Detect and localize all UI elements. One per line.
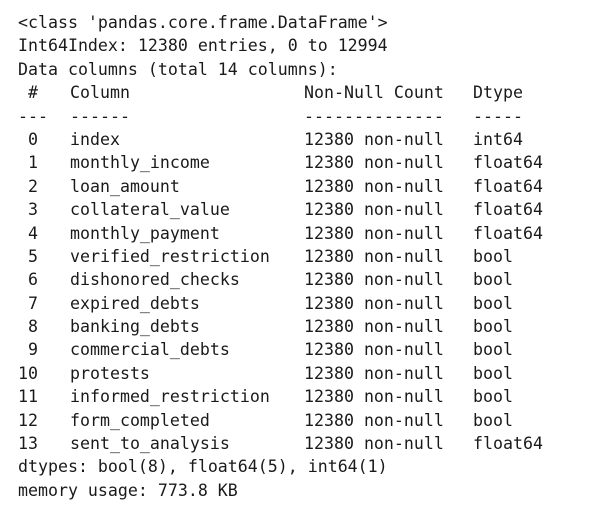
row-num: 9: [28, 340, 38, 360]
row-dtype: bool: [473, 293, 513, 313]
row-non-null-count: 12380 non-null: [304, 176, 444, 196]
separator-non-null: --------------: [304, 106, 444, 126]
row-dtype: bool: [473, 387, 513, 407]
row-num: 13: [18, 434, 38, 454]
row-non-null-count: 12380 non-null: [304, 223, 444, 243]
separator-dtype: -----: [473, 106, 523, 126]
row-column-name: form_completed: [70, 410, 210, 430]
row-non-null-count: 12380 non-null: [304, 200, 444, 220]
row-dtype: int64: [473, 129, 523, 149]
row-num: 3: [28, 200, 38, 220]
row-num: 4: [28, 223, 38, 243]
row-dtype: float64: [473, 153, 543, 173]
row-num: 2: [28, 176, 38, 196]
row-column-name: collateral_value: [70, 200, 230, 220]
table-row: 8 banking_debts 12380 non-null bool: [18, 315, 578, 338]
row-dtype: bool: [473, 363, 513, 383]
dataframe-info-output: <class 'pandas.core.frame.DataFrame'> In…: [18, 11, 578, 502]
table-row: 5 verified_restriction 12380 non-null bool: [18, 245, 578, 268]
row-non-null-count: 12380 non-null: [304, 246, 444, 266]
row-num: 6: [28, 270, 38, 290]
row-num: 10: [18, 363, 38, 383]
header-num: #: [28, 83, 38, 103]
row-non-null-count: 12380 non-null: [304, 410, 444, 430]
row-dtype: bool: [473, 270, 513, 290]
row-num: 0: [28, 129, 38, 149]
row-column-name: verified_restriction: [70, 246, 270, 266]
separator-num: ---: [18, 106, 48, 126]
row-dtype: bool: [473, 317, 513, 337]
table-row: 10 protests 12380 non-null bool: [18, 362, 578, 385]
row-num: 11: [18, 387, 38, 407]
row-column-name: banking_debts: [70, 317, 200, 337]
table-row: 1 monthly_income 12380 non-null float64: [18, 151, 578, 174]
row-non-null-count: 12380 non-null: [304, 317, 444, 337]
row-dtype: float64: [473, 434, 543, 454]
row-column-name: index: [70, 129, 120, 149]
table-row: 2 loan_amount 12380 non-null float64: [18, 175, 578, 198]
table-row: 13 sent_to_analysis 12380 non-null float64: [18, 432, 578, 455]
row-column-name: expired_debts: [70, 293, 200, 313]
row-column-name: loan_amount: [70, 176, 180, 196]
row-num: 5: [28, 246, 38, 266]
row-non-null-count: 12380 non-null: [304, 434, 444, 454]
row-column-name: protests: [70, 363, 150, 383]
header-dtype: Dtype: [473, 83, 523, 103]
row-non-null-count: 12380 non-null: [304, 340, 444, 360]
table-header-row: # Column Non-Null Count Dtype: [18, 81, 578, 104]
table-row: 3 collateral_value 12380 non-null float64: [18, 198, 578, 221]
row-non-null-count: 12380 non-null: [304, 387, 444, 407]
index-line: Int64Index: 12380 entries, 0 to 12994: [18, 36, 388, 56]
table-separator-row: --- ------ -------------- -----: [18, 105, 578, 128]
header-non-null: Non-Null Count: [304, 83, 444, 103]
row-column-name: commercial_debts: [70, 340, 230, 360]
row-num: 1: [28, 153, 38, 173]
row-dtype: bool: [473, 410, 513, 430]
row-column-name: sent_to_analysis: [70, 434, 230, 454]
row-dtype: bool: [473, 246, 513, 266]
row-non-null-count: 12380 non-null: [304, 129, 444, 149]
row-column-name: informed_restriction: [70, 387, 270, 407]
table-row: 7 expired_debts 12380 non-null bool: [18, 292, 578, 315]
table-row: 6 dishonored_checks 12380 non-null bool: [18, 268, 578, 291]
table-row: 4 monthly_payment 12380 non-null float64: [18, 222, 578, 245]
header-column: Column: [70, 83, 130, 103]
row-non-null-count: 12380 non-null: [304, 270, 444, 290]
table-body: 0 index 12380 non-null int64 1 monthly_income…: [18, 128, 578, 455]
row-dtype: float64: [473, 176, 543, 196]
row-non-null-count: 12380 non-null: [304, 153, 444, 173]
dtypes-line: dtypes: bool(8), float64(5), int64(1): [18, 457, 388, 477]
table-row: 11 informed_restriction 12380 non-null bool: [18, 385, 578, 408]
columns-line: Data columns (total 14 columns):: [18, 59, 338, 79]
row-column-name: monthly_income: [70, 153, 210, 173]
separator-column: ------: [70, 106, 130, 126]
row-dtype: float64: [473, 223, 543, 243]
row-column-name: dishonored_checks: [70, 270, 240, 290]
class-line: <class 'pandas.core.frame.DataFrame'>: [18, 13, 388, 32]
table-row: 0 index 12380 non-null int64: [18, 128, 578, 151]
row-num: 7: [28, 293, 38, 313]
row-num: 8: [28, 317, 38, 337]
row-non-null-count: 12380 non-null: [304, 363, 444, 383]
row-non-null-count: 12380 non-null: [304, 293, 444, 313]
table-row: 12 form_completed 12380 non-null bool: [18, 409, 578, 432]
row-num: 12: [18, 410, 38, 430]
row-column-name: monthly_payment: [70, 223, 220, 243]
row-dtype: bool: [473, 340, 513, 360]
table-row: 9 commercial_debts 12380 non-null bool: [18, 338, 578, 361]
memory-line: memory usage: 773.8 KB: [18, 480, 238, 500]
row-dtype: float64: [473, 200, 543, 220]
